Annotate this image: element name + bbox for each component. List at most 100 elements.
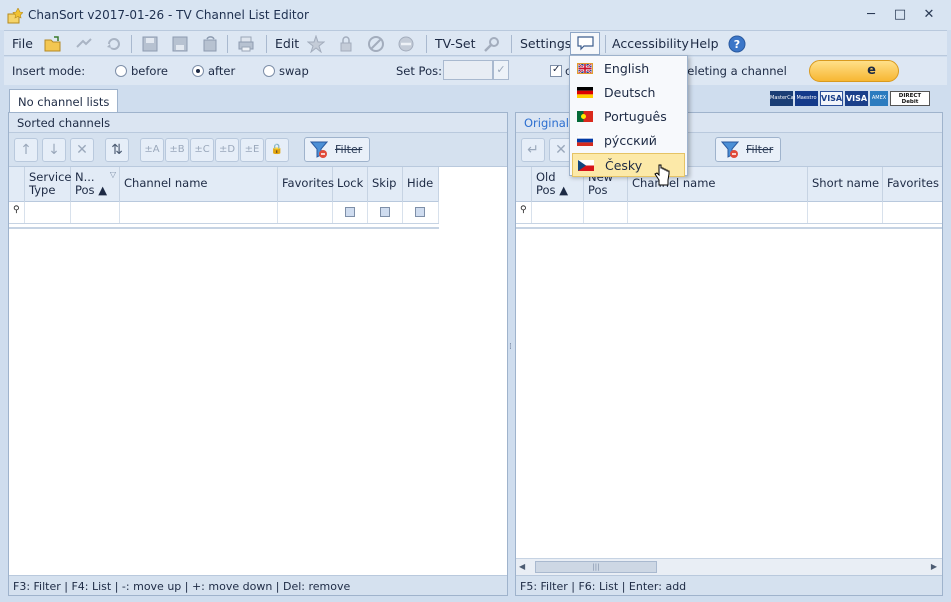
- lock-filter-checkbox[interactable]: [345, 207, 355, 217]
- lock-button[interactable]: 🔒: [265, 138, 289, 162]
- sort-button[interactable]: ⇅: [105, 138, 129, 162]
- filter-cell-short-name[interactable]: [808, 202, 883, 223]
- column-favorites[interactable]: Favorites: [278, 167, 334, 202]
- right-filter-button[interactable]: Filter: [715, 137, 781, 162]
- move-down-button[interactable]: ↓: [42, 138, 66, 162]
- menu-settings[interactable]: Settings: [520, 36, 571, 51]
- menu-file[interactable]: File: [12, 36, 33, 51]
- print-icon[interactable]: [237, 35, 255, 53]
- language-dropdown-menu: English Deutsch Português ру́сский Česky: [569, 55, 688, 177]
- skip-filter-checkbox[interactable]: [380, 207, 390, 217]
- option-checkbox[interactable]: ✓: [550, 64, 562, 77]
- maximize-button[interactable]: □: [889, 6, 911, 24]
- menu-tvset[interactable]: TV-Set: [435, 36, 476, 51]
- panel-splitter-grip[interactable]: ⁞: [509, 343, 513, 359]
- language-item-english[interactable]: English: [572, 57, 685, 81]
- tools-icon[interactable]: [483, 35, 501, 53]
- column-label: Pos: [588, 183, 608, 197]
- menu-help[interactable]: Help: [690, 36, 719, 51]
- filter-cell-lock[interactable]: [333, 202, 368, 223]
- donate-button[interactable]: e: [809, 60, 899, 82]
- insert-mode-label: Insert mode:: [12, 64, 86, 78]
- set-pos-input[interactable]: [443, 60, 493, 80]
- help-question-icon[interactable]: ?: [728, 35, 746, 53]
- scroll-right-arrow-icon[interactable]: ▶: [931, 562, 937, 571]
- fav-d-button[interactable]: ±D: [215, 138, 239, 162]
- filter-cell-channel-name[interactable]: [628, 202, 808, 223]
- language-button[interactable]: [570, 32, 600, 55]
- menu-accessibility[interactable]: Accessibility: [612, 36, 689, 51]
- add-channel-button[interactable]: ↵: [521, 138, 545, 162]
- skip-icon[interactable]: [367, 35, 385, 53]
- filter-cell-new-pos[interactable]: [584, 202, 628, 223]
- filter-cell-skip[interactable]: [368, 202, 403, 223]
- radio-before[interactable]: [115, 65, 127, 77]
- column-lock[interactable]: Lock: [333, 167, 368, 202]
- left-filter-button[interactable]: Filter: [304, 137, 370, 162]
- save-icon[interactable]: [141, 35, 159, 53]
- filter-cell-new-pos[interactable]: [71, 202, 120, 223]
- left-status-bar: F3: Filter | F4: List | -: move up | +: …: [9, 575, 507, 595]
- column-favorites[interactable]: Favorites: [883, 167, 942, 202]
- open-folder-icon[interactable]: [44, 35, 62, 53]
- language-item-deutsch[interactable]: Deutsch: [572, 81, 685, 105]
- radio-after[interactable]: [192, 65, 204, 77]
- column-service-type[interactable]: Service Type: [25, 167, 72, 202]
- filter-cell-hide[interactable]: [403, 202, 439, 223]
- favorite-star-icon[interactable]: [307, 35, 325, 53]
- column-hide[interactable]: Hide: [403, 167, 439, 202]
- set-pos-confirm-button[interactable]: ✓: [493, 60, 509, 80]
- radio-swap-label[interactable]: swap: [279, 64, 309, 78]
- radio-before-label[interactable]: before: [131, 64, 168, 78]
- minimize-button[interactable]: ─: [860, 6, 882, 24]
- hide-filter-checkbox[interactable]: [415, 207, 425, 217]
- fav-b-button[interactable]: ±B: [165, 138, 189, 162]
- set-pos-label: Set Pos:: [396, 64, 442, 78]
- fav-e-button[interactable]: ±E: [240, 138, 264, 162]
- remove-button[interactable]: ✕: [70, 138, 94, 162]
- close-button[interactable]: ✕: [918, 6, 940, 24]
- options-bar: Insert mode: before after swap Set Pos: …: [4, 57, 947, 85]
- fav-a-button[interactable]: ±A: [140, 138, 164, 162]
- lock-icon[interactable]: [337, 35, 355, 53]
- original-channels-panel: Original c ↵ ✕ Filter Old Pos ▲ New Pos …: [515, 112, 943, 596]
- filter-row-pin-icon: ⚲: [516, 202, 532, 223]
- filter-cell-old-pos[interactable]: [532, 202, 584, 223]
- menu-edit[interactable]: Edit: [275, 36, 299, 51]
- original-auto-filter-row: ⚲: [516, 202, 942, 224]
- save-as-icon[interactable]: [171, 35, 189, 53]
- hide-icon[interactable]: [397, 35, 415, 53]
- radio-swap[interactable]: [263, 65, 275, 77]
- language-item-portugues[interactable]: Português: [572, 105, 685, 129]
- tab-no-channel-lists[interactable]: No channel lists: [9, 89, 119, 112]
- filter-cell-channel-name[interactable]: [120, 202, 278, 223]
- menu-toolbar: File Edit TV-Set Settings Accessibility …: [4, 30, 947, 56]
- left-filter-label: Filter: [335, 143, 363, 156]
- filter-funnel-icon: [310, 141, 328, 158]
- czech-flag-icon: [578, 160, 594, 171]
- radio-after-label[interactable]: after: [208, 64, 235, 78]
- scroll-left-arrow-icon[interactable]: ◀: [519, 562, 525, 571]
- column-new-pos[interactable]: N... Pos ▲ ▽: [71, 167, 120, 202]
- fav-c-button[interactable]: ±C: [190, 138, 214, 162]
- reload-icon[interactable]: [105, 35, 123, 53]
- language-label: Português: [604, 109, 667, 124]
- scrollbar-thumb[interactable]: |||: [535, 561, 657, 573]
- save-reload-icon[interactable]: [201, 35, 219, 53]
- move-up-button[interactable]: ↑: [14, 138, 38, 162]
- deleting-channel-label: deleting a channel: [680, 64, 787, 78]
- germany-flag-icon: [577, 87, 593, 98]
- russia-flag-icon: [577, 135, 593, 146]
- column-short-name[interactable]: Short name: [808, 167, 883, 202]
- toolbar-separator: [511, 35, 512, 53]
- filter-cell-favorites[interactable]: [278, 202, 333, 223]
- export-icon[interactable]: [75, 35, 93, 53]
- horizontal-scrollbar[interactable]: ◀ ||| ▶: [516, 558, 942, 575]
- language-item-russian[interactable]: ру́сский: [572, 129, 685, 153]
- column-channel-name[interactable]: Channel name: [120, 167, 278, 202]
- filter-cell-favorites[interactable]: [883, 202, 942, 223]
- column-skip[interactable]: Skip: [368, 167, 403, 202]
- column-filter-icon[interactable]: ▽: [110, 168, 116, 181]
- grid-divider: [516, 227, 942, 229]
- filter-cell-service-type[interactable]: [25, 202, 71, 223]
